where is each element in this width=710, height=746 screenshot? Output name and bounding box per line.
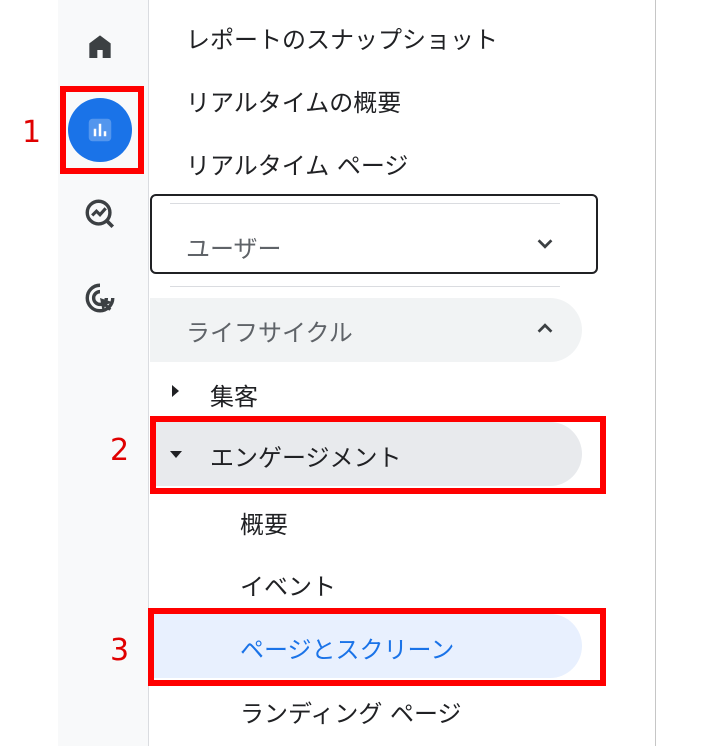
menu-item-landing-page[interactable]: ランディング ページ	[240, 694, 461, 729]
menu-item-realtime-overview[interactable]: リアルタイムの概要	[186, 83, 401, 118]
menu-item-realtime-pages[interactable]: リアルタイム ページ	[186, 146, 408, 181]
step-3-callout	[148, 608, 606, 686]
caret-right-icon[interactable]	[172, 385, 179, 397]
divider	[170, 286, 560, 287]
menu-item-snapshot[interactable]: レポートのスナップショット	[186, 20, 498, 55]
divider	[170, 203, 560, 204]
step-2-callout	[150, 416, 606, 494]
step-1-number: 1	[22, 115, 42, 150]
step-1-callout	[60, 86, 144, 174]
explore-chart-icon[interactable]	[80, 194, 120, 234]
home-icon[interactable]	[80, 26, 120, 66]
menu-item-engagement-overview[interactable]: 概要	[240, 505, 288, 540]
menu-item-events[interactable]: イベント	[240, 567, 336, 602]
cursor-target-icon[interactable]	[80, 278, 120, 318]
user-section-label: ユーザー	[186, 235, 282, 263]
lifecycle-section-label: ライフサイクル	[186, 319, 353, 347]
step-2-number: 2	[110, 433, 130, 468]
step-3-number: 3	[110, 633, 130, 668]
chevron-down-icon	[537, 239, 553, 249]
menu-item-acquisition[interactable]: 集客	[210, 377, 258, 412]
chevron-up-icon	[537, 323, 553, 333]
